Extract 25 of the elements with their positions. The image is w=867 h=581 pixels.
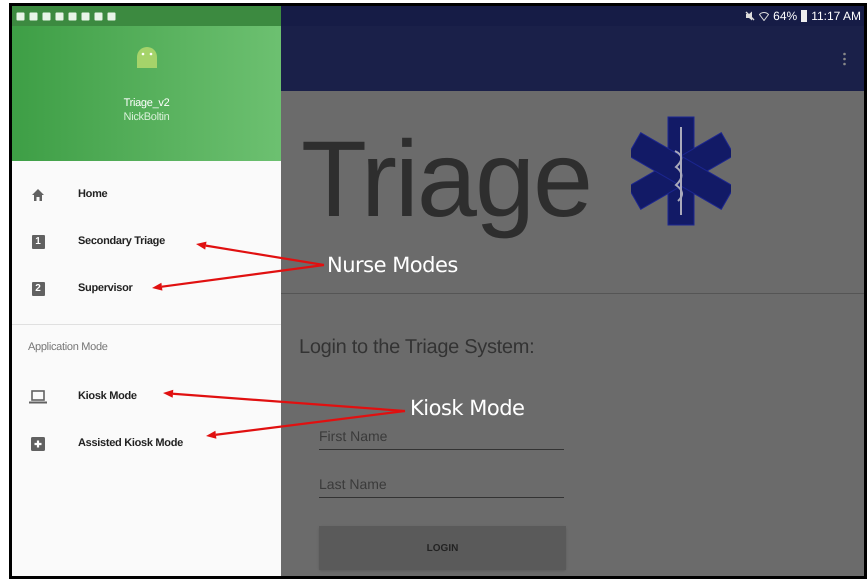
annotation-label: Nurse Modes [327, 255, 458, 276]
drawer-item[interactable]: Home [12, 171, 281, 218]
wifi-icon [759, 11, 770, 21]
clock: 11:17 AM [811, 8, 861, 25]
mute-icon [745, 11, 756, 21]
app-name: Triage_v2 [124, 96, 170, 110]
login-heading: Login to the Triage System: [299, 335, 536, 360]
user-name: NickBoltin [124, 110, 170, 124]
plus-box-icon [31, 436, 45, 450]
battery-icon [801, 10, 808, 22]
more-options-icon[interactable] [843, 52, 846, 66]
annotation-label: Kiosk Mode [410, 398, 524, 419]
section-title: Application Mode [27, 340, 109, 355]
android-avatar-icon [134, 46, 158, 68]
star-of-life-icon [631, 115, 732, 227]
drawer-item[interactable]: Assisted Kiosk Mode [12, 420, 281, 467]
laptop-icon [29, 390, 47, 404]
number-icon: 2 [32, 282, 44, 296]
number-icon: 1 [32, 234, 44, 248]
app-title: Triage [301, 117, 592, 241]
battery-percent: 64% [773, 8, 798, 25]
drawer-item[interactable]: 2 Supervisor [12, 265, 281, 312]
drawer-item[interactable]: Kiosk Mode [12, 373, 281, 420]
drawer-item[interactable]: 1 Secondary Triage [12, 218, 281, 265]
home-icon [31, 188, 45, 202]
